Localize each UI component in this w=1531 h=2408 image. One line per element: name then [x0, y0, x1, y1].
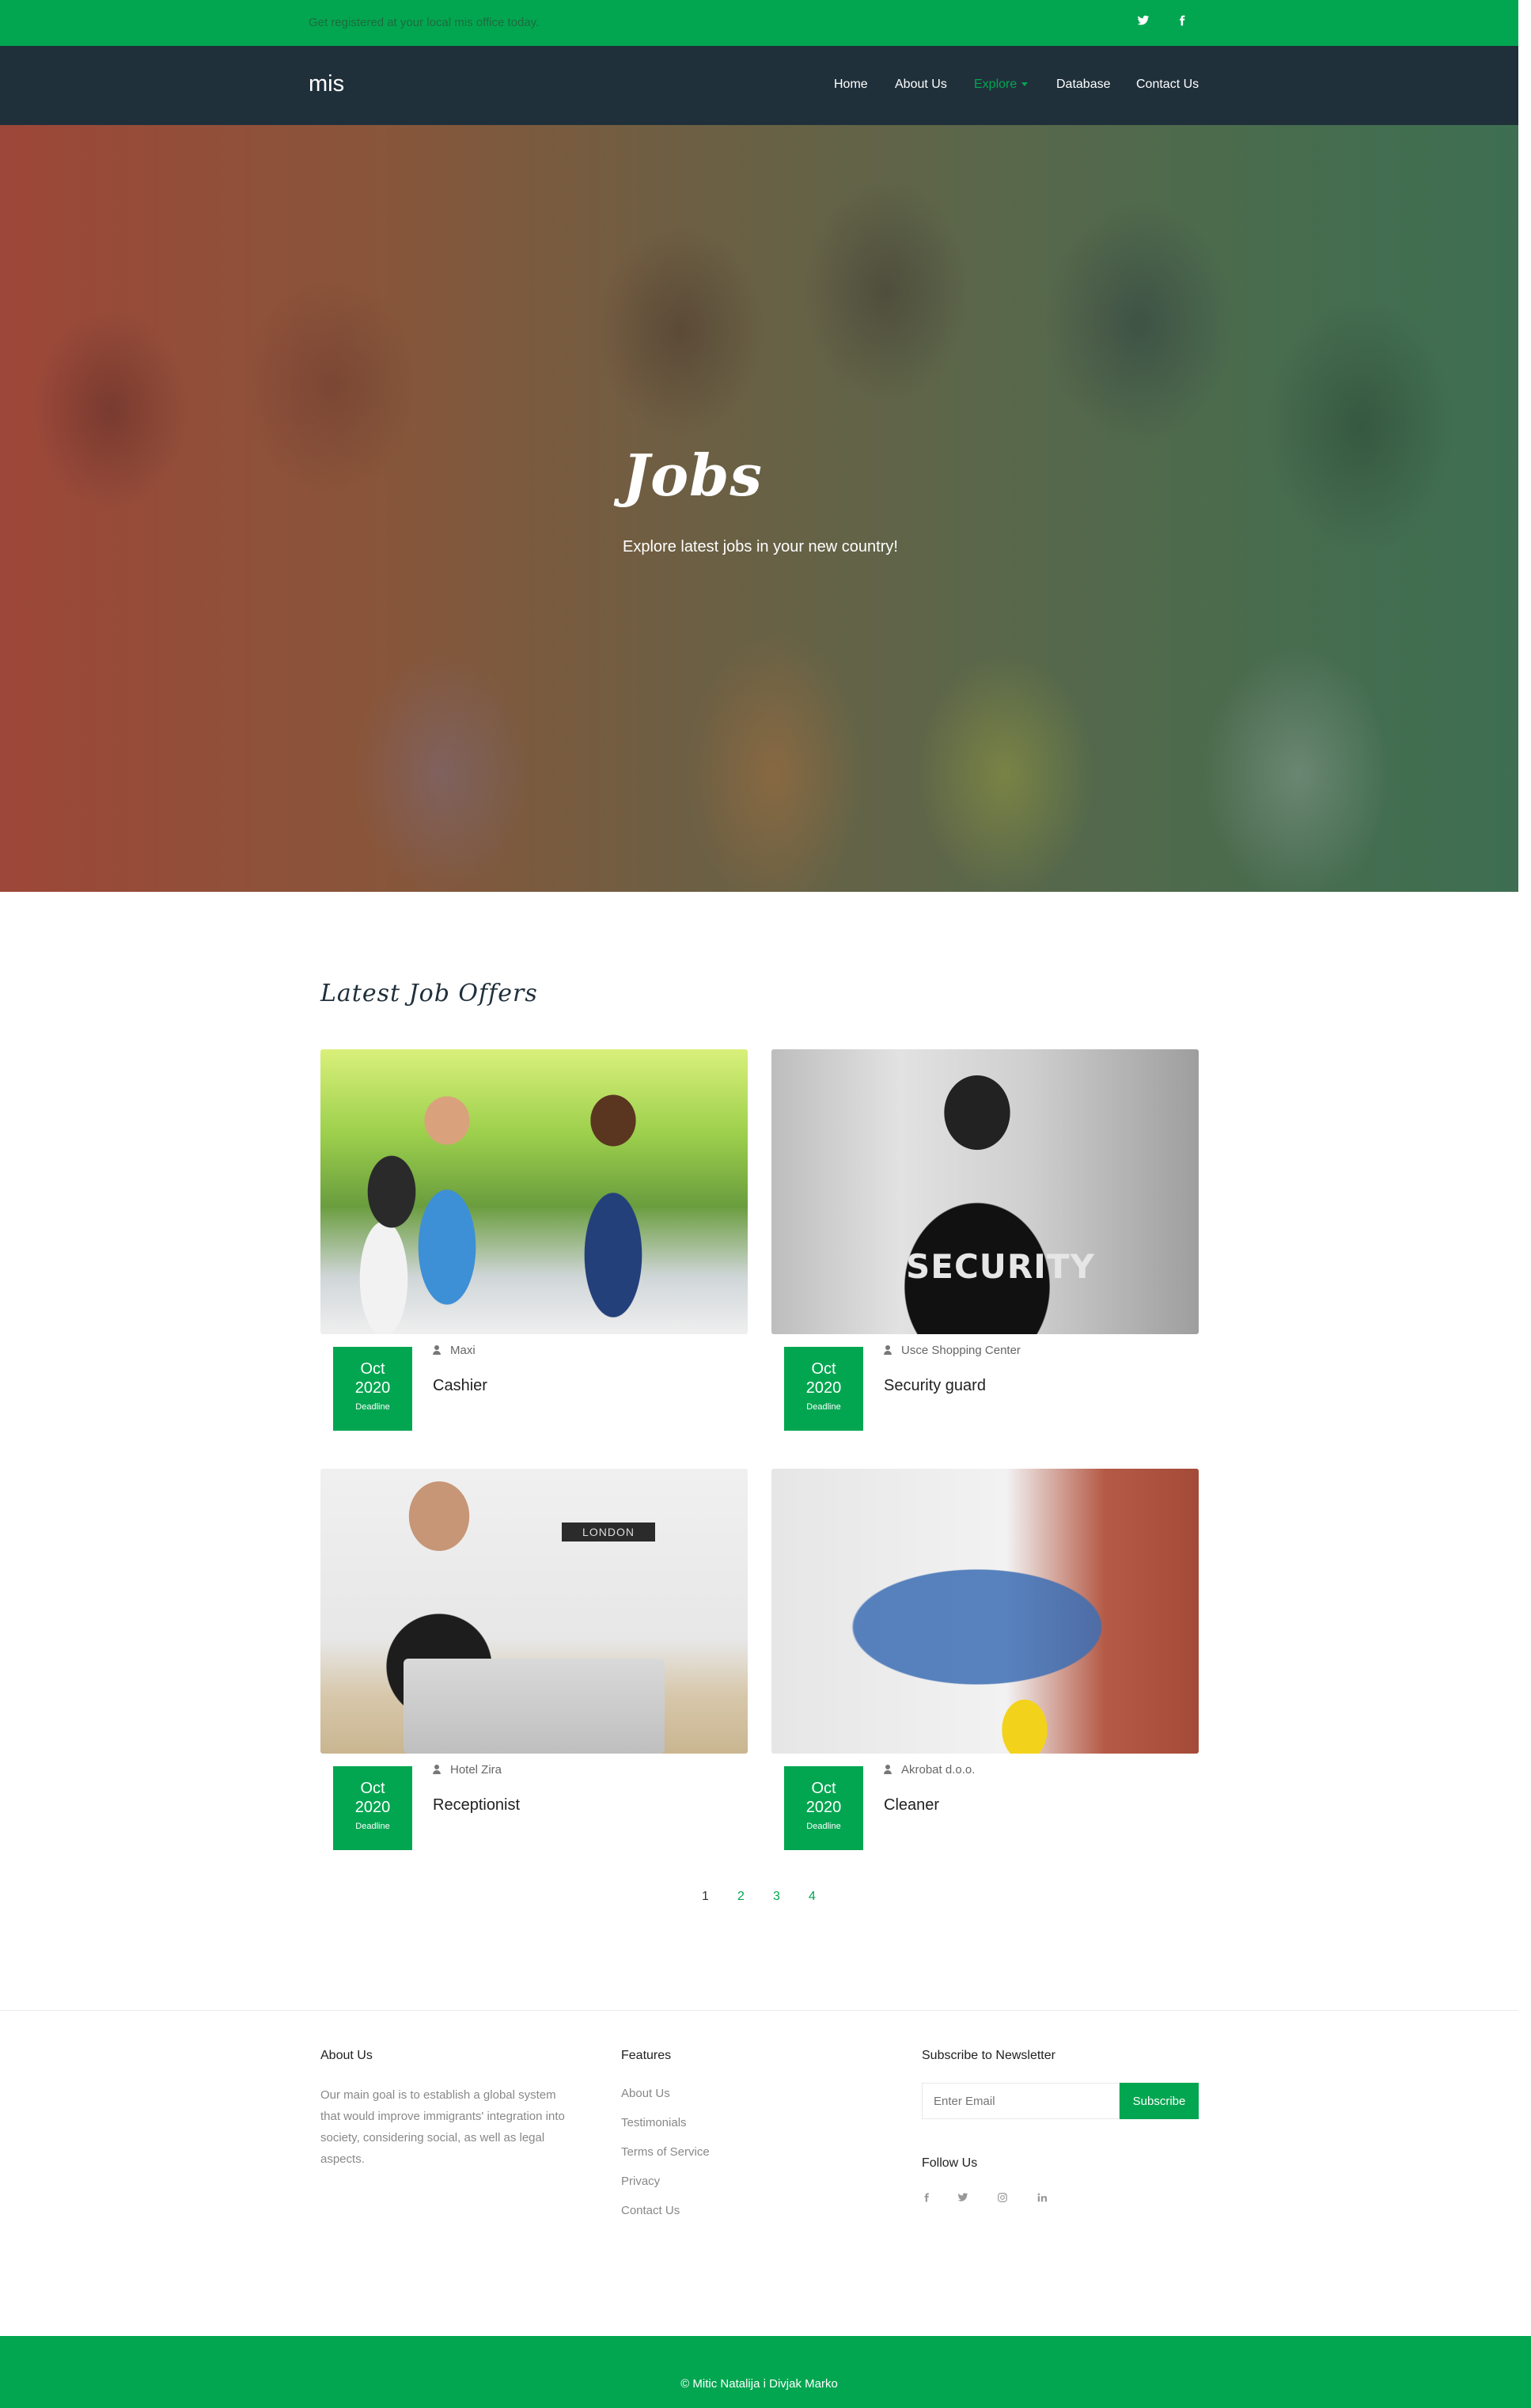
- nav-contact-us[interactable]: Contact Us: [1136, 78, 1199, 92]
- job-title[interactable]: Cashier: [433, 1377, 487, 1395]
- hero-banner: Jobs Explore latest jobs in your new cou…: [0, 125, 1518, 892]
- company: Akrobat d.o.o.: [884, 1763, 975, 1777]
- linkedin-icon[interactable]: [1036, 2192, 1048, 2205]
- subscribe-button[interactable]: Subscribe: [1120, 2083, 1199, 2119]
- page-link-2[interactable]: 2: [737, 1890, 745, 1904]
- section-title: Latest Job Offers: [320, 980, 538, 1007]
- copyright: © Mitic Natalija i Divjak Marko: [680, 2377, 838, 2391]
- job-card[interactable]: SECURITY Oct 2020 Deadline Usce Shopping…: [771, 1049, 1199, 1431]
- deadline-badge: Oct 2020 Deadline: [333, 1766, 412, 1850]
- footer-divider: [0, 2010, 1518, 2011]
- deadline-year: 2020: [805, 1379, 842, 1397]
- job-image[interactable]: SECURITY: [771, 1049, 1199, 1334]
- footer-link-contact-us[interactable]: Contact Us: [621, 2204, 680, 2217]
- company: Usce Shopping Center: [884, 1344, 1021, 1357]
- deadline-month: Oct: [811, 1360, 836, 1378]
- page-link-1[interactable]: 1: [702, 1890, 709, 1904]
- person-icon: [884, 1765, 892, 1774]
- twitter-icon[interactable]: [1135, 14, 1152, 32]
- hero-subtitle: Explore latest jobs in your new country!: [623, 538, 898, 556]
- job-image[interactable]: LONDON: [320, 1469, 748, 1754]
- company-name: Usce Shopping Center: [901, 1344, 1021, 1357]
- company-name: Akrobat d.o.o.: [901, 1763, 976, 1777]
- nav-explore[interactable]: Explore: [974, 78, 1029, 92]
- company: Hotel Zira: [433, 1763, 502, 1777]
- deadline-month: Oct: [360, 1360, 385, 1378]
- nav-about-us[interactable]: About Us: [895, 78, 947, 92]
- deadline-year: 2020: [805, 1799, 842, 1816]
- newsletter-email-input[interactable]: [922, 2083, 1120, 2119]
- company-name: Maxi: [450, 1344, 476, 1357]
- deadline-label: Deadline: [806, 1402, 841, 1412]
- footer-about-heading: About Us: [320, 2049, 373, 2062]
- job-card[interactable]: Oct 2020 Deadline Akrobat d.o.o. Cleaner: [771, 1469, 1199, 1850]
- job-card[interactable]: LONDON Oct 2020 Deadline Hotel Zira Rece…: [320, 1469, 748, 1850]
- company: Maxi: [433, 1344, 476, 1357]
- footer-follow-heading: Follow Us: [922, 2156, 978, 2170]
- footer-link-privacy[interactable]: Privacy: [621, 2175, 660, 2188]
- company-name: Hotel Zira: [450, 1763, 502, 1777]
- job-card[interactable]: Oct 2020 Deadline Maxi Cashier: [320, 1049, 748, 1431]
- facebook-icon[interactable]: [1173, 14, 1191, 32]
- instagram-icon[interactable]: [997, 2192, 1008, 2205]
- nav-database[interactable]: Database: [1056, 78, 1111, 92]
- image-text: SECURITY: [906, 1247, 1095, 1286]
- hero-title: Jobs: [623, 442, 763, 509]
- monitor-shape: [404, 1659, 665, 1754]
- deadline-label: Deadline: [355, 1402, 390, 1412]
- nav-home[interactable]: Home: [834, 78, 868, 92]
- deadline-year: 2020: [354, 1379, 391, 1397]
- footer-link-testimonials[interactable]: Testimonials: [621, 2116, 687, 2129]
- person-icon: [433, 1345, 441, 1355]
- deadline-badge: Oct 2020 Deadline: [784, 1766, 863, 1850]
- person-icon: [884, 1345, 892, 1355]
- brand-logo[interactable]: mis: [309, 71, 344, 97]
- job-title[interactable]: Security guard: [884, 1377, 986, 1395]
- job-image[interactable]: [771, 1469, 1199, 1754]
- chevron-down-icon: [1021, 82, 1029, 87]
- deadline-year: 2020: [354, 1799, 391, 1816]
- main-nav: mis Home About Us Explore Database Conta…: [0, 46, 1518, 125]
- deadline-label: Deadline: [355, 1822, 390, 1831]
- footer-link-terms[interactable]: Terms of Service: [621, 2145, 710, 2159]
- page-link-4[interactable]: 4: [809, 1890, 816, 1904]
- deadline-month: Oct: [811, 1780, 836, 1797]
- footer-about-text: Our main goal is to establish a global s…: [320, 2088, 565, 2166]
- deadline-badge: Oct 2020 Deadline: [784, 1347, 863, 1431]
- job-title[interactable]: Receptionist: [433, 1796, 520, 1815]
- footer-link-about-us[interactable]: About Us: [621, 2087, 670, 2100]
- footer-features-heading: Features: [621, 2049, 672, 2062]
- twitter-icon[interactable]: [957, 2192, 968, 2205]
- person-icon: [433, 1765, 441, 1774]
- bottom-bar: © Mitic Natalija i Divjak Marko: [0, 2336, 1531, 2408]
- deadline-month: Oct: [360, 1780, 385, 1797]
- footer-newsletter-heading: Subscribe to Newsletter: [922, 2049, 1055, 2062]
- deadline-label: Deadline: [806, 1822, 841, 1831]
- page-link-3[interactable]: 3: [773, 1890, 780, 1904]
- topbar-message: Get registered at your local mis office …: [309, 16, 540, 29]
- nav-explore-label: Explore: [974, 78, 1018, 91]
- job-title[interactable]: Cleaner: [884, 1796, 939, 1815]
- facebook-icon[interactable]: [922, 2192, 931, 2205]
- image-text: LONDON: [562, 1523, 655, 1541]
- deadline-badge: Oct 2020 Deadline: [333, 1347, 412, 1431]
- job-image[interactable]: [320, 1049, 748, 1334]
- top-bar: Get registered at your local mis office …: [0, 0, 1518, 46]
